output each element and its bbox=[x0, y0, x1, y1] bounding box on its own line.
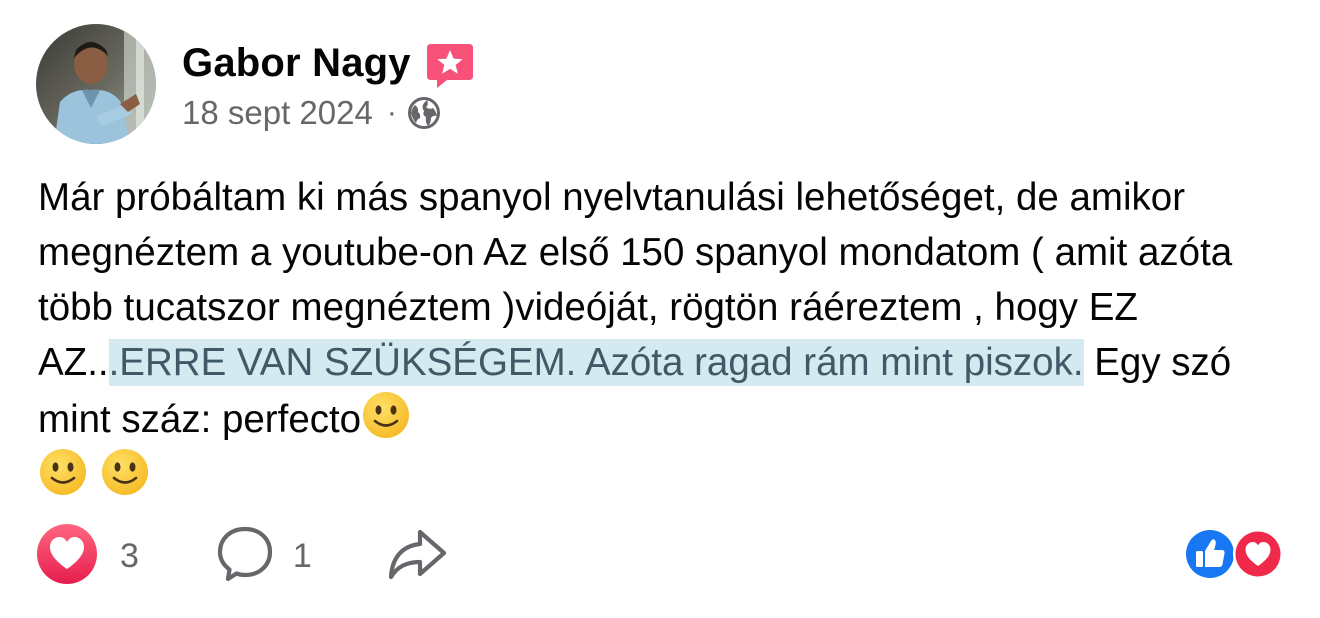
post-text: Már próbáltam ki más spanyol nyelvtanulá… bbox=[38, 170, 1288, 504]
share-arrow-icon bbox=[386, 524, 448, 589]
post-date[interactable]: 18 sept 2024 bbox=[182, 94, 373, 132]
author-line: Gabor Nagy bbox=[182, 38, 475, 88]
meta-separator: · bbox=[386, 96, 397, 129]
heart-reaction-icon bbox=[36, 523, 98, 590]
post-actions: 3 1 bbox=[36, 523, 448, 590]
comment-count: 1 bbox=[292, 536, 312, 575]
slightly-smiling-face-emoji bbox=[361, 390, 411, 440]
author-name[interactable]: Gabor Nagy bbox=[182, 41, 411, 86]
slightly-smiling-face-emoji bbox=[38, 447, 88, 497]
slightly-smiling-face-emoji bbox=[100, 447, 150, 497]
like-button[interactable]: 3 bbox=[36, 523, 139, 590]
like-count: 3 bbox=[120, 536, 139, 575]
highlighted-text: .ERRE VAN SZÜKSÉGEM. Azóta ragad rám min… bbox=[108, 339, 1084, 386]
comment-bubble-icon bbox=[215, 524, 275, 589]
share-button[interactable] bbox=[386, 524, 448, 589]
author-avatar[interactable] bbox=[36, 24, 156, 144]
post-card: Gabor Nagy 18 sept 2024 · Már próbáltam … bbox=[0, 0, 1320, 618]
thumbs-up-icon bbox=[1184, 528, 1236, 585]
reaction-summary[interactable] bbox=[1184, 528, 1284, 585]
avatar-photo bbox=[36, 24, 156, 144]
star-badge-icon[interactable] bbox=[425, 40, 475, 90]
comment-button[interactable]: 1 bbox=[215, 524, 312, 589]
globe-icon[interactable] bbox=[407, 96, 441, 130]
post-meta: 18 sept 2024 · bbox=[182, 94, 441, 132]
heart-icon bbox=[1232, 528, 1284, 585]
